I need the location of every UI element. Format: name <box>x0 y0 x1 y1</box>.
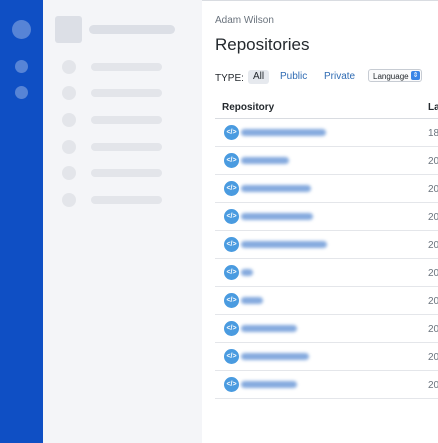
table-row[interactable]: </> 20 <box>215 315 438 343</box>
column-last-updated[interactable]: La <box>428 102 438 113</box>
repo-updated-date: 18 <box>428 128 438 139</box>
rail-logo[interactable] <box>12 20 31 39</box>
code-icon: </> <box>224 265 239 280</box>
table-row[interactable]: </> 20 <box>215 203 438 231</box>
language-select[interactable]: Language ⇕ <box>368 69 422 82</box>
type-label: TYPE: <box>215 73 244 84</box>
sidebar-item-icon <box>62 113 76 127</box>
repo-updated-date: 20 <box>428 324 438 335</box>
table-row[interactable]: </> 20 <box>215 259 438 287</box>
sidebar-item-label-placeholder <box>91 143 162 151</box>
repo-name-redacted[interactable] <box>241 269 253 276</box>
repo-name-redacted[interactable] <box>241 353 309 360</box>
sidebar-item-icon <box>62 140 76 154</box>
language-select-label: Language <box>373 72 409 81</box>
table-header: Repository La <box>215 97 438 119</box>
sidebar-item[interactable] <box>62 166 172 180</box>
sidebar-item[interactable] <box>62 60 172 74</box>
sidebar-item-icon <box>62 86 76 100</box>
table-row[interactable]: </> 20 <box>215 175 438 203</box>
repo-updated-date: 20 <box>428 156 438 167</box>
table-row[interactable]: </> 18 <box>215 119 438 147</box>
sidebar-item[interactable] <box>62 113 172 127</box>
chevron-updown-icon: ⇕ <box>411 71 420 80</box>
filter-all-button[interactable]: All <box>248 70 270 84</box>
sidebar-header[interactable] <box>55 16 195 44</box>
repo-updated-date: 20 <box>428 380 438 391</box>
repo-name-redacted[interactable] <box>241 129 326 136</box>
sidebar-item-label-placeholder <box>91 116 162 124</box>
table-body: </> 18 </> 20 </> 20 </> 20 </> 20 </> 20 </> 20 </> 20… <box>215 119 438 399</box>
filter-public-button[interactable]: Public <box>275 70 312 84</box>
repo-name-redacted[interactable] <box>241 157 289 164</box>
code-icon: </> <box>224 153 239 168</box>
sidebar-item-icon <box>62 60 76 74</box>
code-icon: </> <box>224 125 239 140</box>
code-icon: </> <box>224 209 239 224</box>
sidebar <box>43 0 202 443</box>
sidebar-item-icon <box>62 193 76 207</box>
rail-item-2[interactable] <box>15 86 28 99</box>
table-row[interactable]: </> 20 <box>215 147 438 175</box>
repo-updated-date: 20 <box>428 296 438 307</box>
code-icon: </> <box>224 181 239 196</box>
repo-updated-date: 20 <box>428 240 438 251</box>
repositories-table: Repository La </> 18 </> 20 </> 20 </> 20 </> 20 <… <box>215 97 438 399</box>
code-icon: </> <box>224 349 239 364</box>
repo-updated-date: 20 <box>428 352 438 363</box>
sidebar-item[interactable] <box>62 193 172 207</box>
owner-name[interactable]: Adam Wilson <box>215 15 274 26</box>
repo-name-redacted[interactable] <box>241 297 263 304</box>
type-filter-bar: TYPE: All Public Private Language ⇕ <box>215 69 438 87</box>
sidebar-avatar <box>55 16 82 43</box>
app-rail <box>0 0 43 443</box>
repo-name-redacted[interactable] <box>241 241 327 248</box>
code-icon: </> <box>224 293 239 308</box>
sidebar-item-label-placeholder <box>91 196 162 204</box>
table-row[interactable]: </> 20 <box>215 287 438 315</box>
table-row[interactable]: </> 20 <box>215 371 438 399</box>
table-row[interactable]: </> 20 <box>215 231 438 259</box>
sidebar-item-label-placeholder <box>91 63 162 71</box>
code-icon: </> <box>224 237 239 252</box>
repo-updated-date: 20 <box>428 184 438 195</box>
sidebar-item-label-placeholder <box>91 169 162 177</box>
repo-updated-date: 20 <box>428 268 438 279</box>
repo-name-redacted[interactable] <box>241 381 297 388</box>
sidebar-item-icon <box>62 166 76 180</box>
main-content: Adam Wilson Repositories TYPE: All Publi… <box>202 0 438 443</box>
repo-updated-date: 20 <box>428 212 438 223</box>
repo-name-redacted[interactable] <box>241 185 311 192</box>
page-title: Repositories <box>215 35 310 54</box>
sidebar-item[interactable] <box>62 86 172 100</box>
sidebar-item-label-placeholder <box>91 89 162 97</box>
sidebar-item[interactable] <box>62 140 172 154</box>
code-icon: </> <box>224 321 239 336</box>
table-row[interactable]: </> 20 <box>215 343 438 371</box>
repo-name-redacted[interactable] <box>241 213 313 220</box>
column-repository[interactable]: Repository <box>222 102 274 113</box>
repo-name-redacted[interactable] <box>241 325 297 332</box>
filter-private-button[interactable]: Private <box>319 70 360 84</box>
rail-item-1[interactable] <box>15 60 28 73</box>
sidebar-title-placeholder <box>89 25 175 34</box>
code-icon: </> <box>224 377 239 392</box>
